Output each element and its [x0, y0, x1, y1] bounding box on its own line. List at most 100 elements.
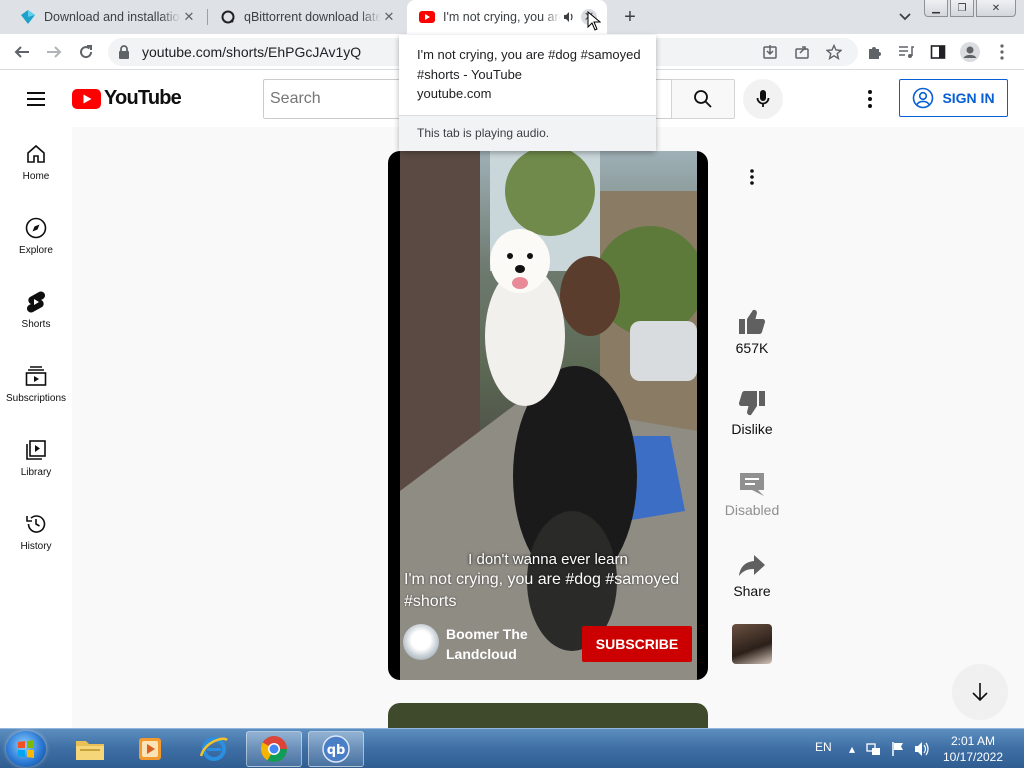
sidebar-item-label: Library	[20, 467, 52, 478]
shorts-icon	[26, 291, 46, 313]
search-button[interactable]	[671, 79, 735, 119]
tab-download-installation[interactable]: Download and installation ✕	[0, 0, 207, 34]
subscriptions-icon	[25, 366, 47, 386]
network-icon[interactable]	[866, 741, 882, 757]
account-circle-icon	[913, 87, 934, 109]
install-app-icon[interactable]	[758, 40, 782, 64]
tab-hover-card: I'm not crying, you are #dog #samoyed #s…	[399, 35, 656, 151]
comment-icon	[740, 473, 764, 496]
svg-text:qb: qb	[327, 743, 346, 758]
microphone-icon	[756, 90, 770, 107]
tab-title: qBittorrent download latest	[244, 10, 381, 24]
profile-avatar-icon[interactable]	[958, 40, 982, 64]
comments-button[interactable]: Disabled	[712, 470, 792, 518]
compass-icon	[25, 217, 47, 239]
system-clock[interactable]: 2:01 AM 10/17/2022	[938, 733, 1008, 765]
sidebar-item-shorts[interactable]: Shorts	[0, 275, 72, 349]
taskbar-media-player[interactable]	[122, 731, 178, 767]
library-icon	[26, 440, 46, 460]
channel-avatar[interactable]	[403, 624, 439, 660]
like-button[interactable]: 657K	[712, 308, 792, 356]
sidebar-item-home[interactable]: Home	[0, 127, 72, 201]
channel-name[interactable]: Boomer The Landcloud	[446, 624, 546, 664]
qbittorrent-o-icon	[220, 9, 236, 25]
sidebar-item-history[interactable]: History	[0, 497, 72, 571]
media-player-icon	[139, 738, 161, 760]
chevron-down-icon[interactable]	[894, 6, 916, 28]
search-icon	[694, 90, 712, 108]
restore-button[interactable]: ❐	[950, 0, 974, 17]
tab-qbittorrent[interactable]: qBittorrent download latest ✕	[208, 0, 407, 34]
sidebar-item-library[interactable]: Library	[0, 423, 72, 497]
logo-text: YouTube	[104, 87, 182, 109]
extensions-puzzle-icon[interactable]	[862, 40, 886, 64]
minimize-button[interactable]: ▁	[924, 0, 948, 17]
next-short-preview[interactable]	[388, 703, 708, 728]
share-label: Share	[733, 583, 771, 599]
sidebar-item-label: Subscriptions	[5, 393, 67, 404]
show-hidden-icons[interactable]: ▴	[844, 741, 860, 757]
browser-menu-icon[interactable]	[990, 40, 1014, 64]
dislike-button[interactable]: Dislike	[712, 389, 792, 437]
thumbs-down-icon	[738, 390, 765, 416]
voice-search-button[interactable]	[743, 79, 783, 119]
comments-label: Disabled	[724, 502, 780, 518]
clock-date: 10/17/2022	[942, 750, 1004, 764]
new-tab-button[interactable]: +	[618, 5, 642, 29]
taskbar-chrome[interactable]	[246, 731, 302, 767]
taskbar-file-explorer[interactable]	[62, 731, 118, 767]
youtube-logo[interactable]: YouTube	[72, 87, 182, 110]
youtube-page: YouTube SIGN IN Home Explore S	[0, 71, 1024, 728]
side-panel-icon[interactable]	[926, 40, 950, 64]
reload-icon[interactable]	[74, 40, 98, 64]
youtube-icon	[419, 9, 435, 25]
more-actions-button[interactable]	[712, 169, 792, 185]
dislike-label: Dislike	[731, 421, 773, 437]
menu-hamburger-icon[interactable]	[24, 87, 48, 111]
windows-taskbar: qb EN ▴ 2:01 AM 10/17/2022	[0, 728, 1024, 768]
windows-logo-icon	[18, 740, 34, 758]
taskbar-qbittorrent[interactable]: qb	[308, 731, 364, 767]
sidebar-item-subscriptions[interactable]: Subscriptions	[0, 349, 72, 423]
media-control-icon[interactable]	[894, 40, 918, 64]
arrow-down-icon	[972, 683, 988, 702]
next-video-button[interactable]	[952, 664, 1008, 720]
guide-sidebar: Home Explore Shorts Subscriptions Librar…	[0, 127, 72, 728]
sound-source-thumbnail[interactable]	[732, 624, 772, 664]
sign-in-label: SIGN IN	[942, 90, 995, 106]
subscribe-button[interactable]: SUBSCRIBE	[582, 626, 692, 662]
close-window-button[interactable]: ✕	[976, 0, 1016, 17]
tab-title: I'm not crying, you are #dog	[443, 10, 561, 24]
close-tab-icon[interactable]: ✕	[381, 9, 397, 25]
mouse-cursor-icon	[587, 11, 601, 31]
taskbar-internet-explorer[interactable]	[186, 731, 242, 767]
shorts-video-player[interactable]: I don't wanna ever learn I'm not crying,…	[388, 151, 708, 680]
history-icon	[26, 515, 46, 533]
sign-in-button[interactable]: SIGN IN	[899, 79, 1008, 117]
more-vertical-icon	[750, 169, 754, 185]
speaker-audio-icon[interactable]	[561, 9, 577, 25]
start-button[interactable]	[6, 731, 46, 767]
volume-icon[interactable]	[914, 741, 930, 757]
settings-more-icon[interactable]	[858, 87, 882, 111]
share-page-icon[interactable]	[790, 40, 814, 64]
tab-youtube-short[interactable]: I'm not crying, you are #dog ✕	[407, 0, 607, 34]
close-tab-icon[interactable]: ✕	[181, 9, 197, 25]
short-title[interactable]: I'm not crying, you are #dog #samoyed #s…	[404, 569, 694, 613]
sidebar-item-label: Shorts	[21, 319, 51, 330]
share-button[interactable]: Share	[712, 551, 792, 599]
bookmark-star-icon[interactable]	[822, 40, 846, 64]
internet-explorer-icon	[199, 737, 228, 761]
tab-strip: Download and installation ✕ qBittorrent …	[0, 0, 1024, 34]
share-arrow-icon	[739, 555, 765, 576]
back-arrow-icon[interactable]	[10, 40, 34, 64]
sidebar-item-explore[interactable]: Explore	[0, 201, 72, 275]
language-indicator[interactable]: EN	[815, 740, 832, 754]
url-text: youtube.com/shorts/EhPGcJAv1yQ	[142, 44, 362, 60]
video-caption: I don't wanna ever learn	[468, 551, 628, 568]
action-center-flag-icon[interactable]	[890, 741, 906, 757]
tab-title: Download and installation	[44, 10, 181, 24]
forward-arrow-icon[interactable]	[42, 40, 66, 64]
lock-icon[interactable]	[118, 44, 130, 65]
hover-card-audio-note: This tab is playing audio.	[399, 115, 656, 151]
